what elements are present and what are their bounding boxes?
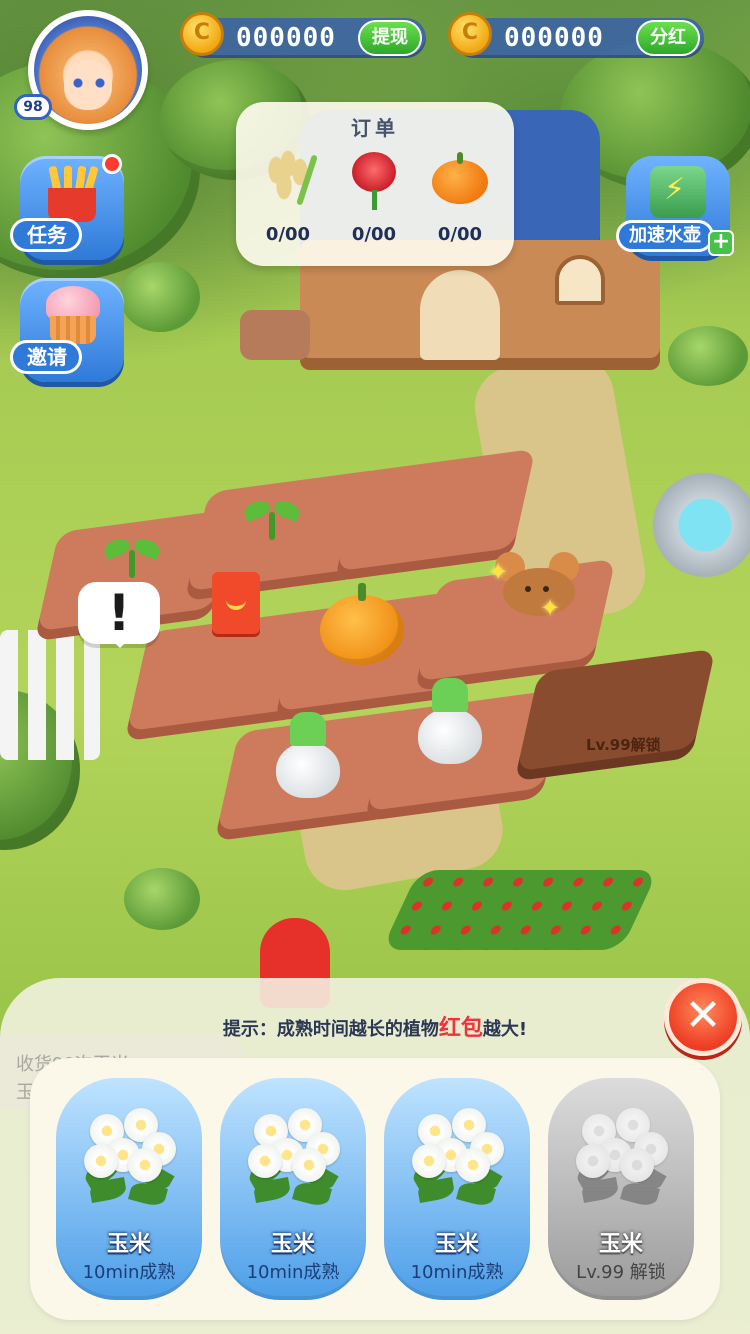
seed-desc: 10min成熟 bbox=[410, 1262, 504, 1283]
seed-name: 玉米 bbox=[270, 1232, 315, 1257]
fountain[interactable] bbox=[640, 470, 750, 580]
coin-amount: 000000 bbox=[236, 23, 336, 53]
bush bbox=[668, 326, 748, 386]
lightning-icon: ⚡ bbox=[664, 172, 686, 207]
tasks-label: 任务 bbox=[10, 218, 82, 252]
speedup-label: 加速水壶 bbox=[616, 220, 714, 252]
berry-bushes bbox=[381, 870, 659, 950]
jasmine-icon bbox=[572, 1104, 672, 1209]
seed-card-locked[interactable]: 玉米 Lv.99 解锁 bbox=[548, 1078, 694, 1300]
invite-button[interactable]: 邀请 bbox=[10, 278, 124, 382]
seed-desc: Lv.99 解锁 bbox=[576, 1262, 666, 1283]
flower-blossom bbox=[456, 1148, 490, 1182]
coin-balance: C 000000 提现 bbox=[180, 12, 426, 58]
jasmine-icon bbox=[80, 1104, 180, 1209]
order-item-pumpkin[interactable]: 0/00 bbox=[420, 150, 500, 258]
radish-crop[interactable] bbox=[418, 678, 482, 764]
pumpkin-icon bbox=[428, 150, 492, 210]
flower-blossom bbox=[620, 1148, 654, 1182]
tasks-button[interactable]: 任务 bbox=[10, 154, 124, 260]
coin-icon: C bbox=[180, 12, 224, 56]
flower-blossom bbox=[292, 1148, 326, 1182]
dividend-balance: C 000000 分红 bbox=[448, 12, 704, 58]
fries-icon bbox=[38, 165, 104, 222]
seed-desc: 10min成熟 bbox=[82, 1262, 176, 1283]
hint-prefix: 提示：成熟时间越长的植物 bbox=[222, 1019, 439, 1040]
seed-card[interactable]: 玉米 10min成熟 bbox=[56, 1078, 202, 1300]
order-count: 0/00 bbox=[265, 224, 311, 245]
avatar-eyes bbox=[72, 78, 106, 88]
plus-icon[interactable]: + bbox=[708, 230, 734, 256]
red-packet-icon[interactable] bbox=[212, 572, 260, 634]
flower-blossom bbox=[84, 1144, 118, 1178]
seed-card[interactable]: 玉米 10min成熟 bbox=[220, 1078, 366, 1300]
jasmine-icon bbox=[244, 1104, 344, 1209]
order-item-rose[interactable]: 0/00 bbox=[334, 150, 414, 258]
bush bbox=[124, 868, 200, 930]
dividend-button[interactable]: 分红 bbox=[636, 20, 700, 56]
house-door[interactable] bbox=[420, 270, 500, 360]
bush bbox=[120, 262, 200, 332]
house-window bbox=[555, 255, 605, 305]
seed-card[interactable]: 玉米 10min成熟 bbox=[384, 1078, 530, 1300]
hint-suffix: 越大! bbox=[482, 1019, 528, 1040]
order-count: 0/00 bbox=[437, 224, 483, 245]
seedling-sprout[interactable] bbox=[102, 534, 162, 580]
seedling-sprout[interactable] bbox=[242, 496, 302, 542]
order-title: 订单 bbox=[351, 116, 399, 140]
speedup-watering-can-button[interactable]: ⚡ 加速水壶 + bbox=[616, 156, 734, 256]
dividend-amount: 000000 bbox=[504, 23, 604, 53]
coin-icon: C bbox=[448, 12, 492, 56]
flower-blossom bbox=[576, 1144, 610, 1178]
notification-dot bbox=[102, 154, 122, 174]
seed-name: 玉米 bbox=[106, 1232, 151, 1257]
flower-blossom bbox=[412, 1144, 446, 1178]
alert-bubble[interactable]: ! bbox=[78, 582, 160, 648]
sparkle-icon: ✦ bbox=[488, 558, 509, 586]
sparkle-icon: ✦ bbox=[540, 594, 561, 622]
fence bbox=[0, 630, 100, 760]
order-panel[interactable]: 订单 0/00 0/00 0/00 bbox=[236, 102, 514, 266]
exclamation-icon: ! bbox=[107, 584, 131, 642]
seed-name: 玉米 bbox=[434, 1232, 479, 1257]
cupcake-icon bbox=[40, 286, 106, 346]
radish-crop[interactable] bbox=[276, 712, 340, 798]
hint-highlight: 红包 bbox=[438, 1016, 483, 1041]
jasmine-icon bbox=[408, 1104, 508, 1209]
order-item-wheat[interactable]: 0/00 bbox=[248, 150, 328, 258]
order-count: 0/00 bbox=[351, 224, 397, 245]
pumpkin-crop[interactable] bbox=[320, 583, 404, 665]
flower-blossom bbox=[128, 1148, 162, 1182]
seed-desc: 10min成熟 bbox=[246, 1262, 340, 1283]
close-button[interactable]: ✕ bbox=[664, 978, 742, 1056]
seed-name: 玉米 bbox=[598, 1232, 643, 1257]
withdraw-button[interactable]: 提现 bbox=[358, 20, 422, 56]
locked-plot-label: Lv.99解锁 bbox=[586, 736, 661, 754]
tree-stump bbox=[240, 310, 310, 360]
flower-blossom bbox=[248, 1144, 282, 1178]
rose-icon bbox=[342, 150, 406, 210]
wheat-icon bbox=[256, 150, 320, 210]
player-level-badge: 98 bbox=[14, 94, 52, 120]
invite-label: 邀请 bbox=[10, 340, 82, 374]
